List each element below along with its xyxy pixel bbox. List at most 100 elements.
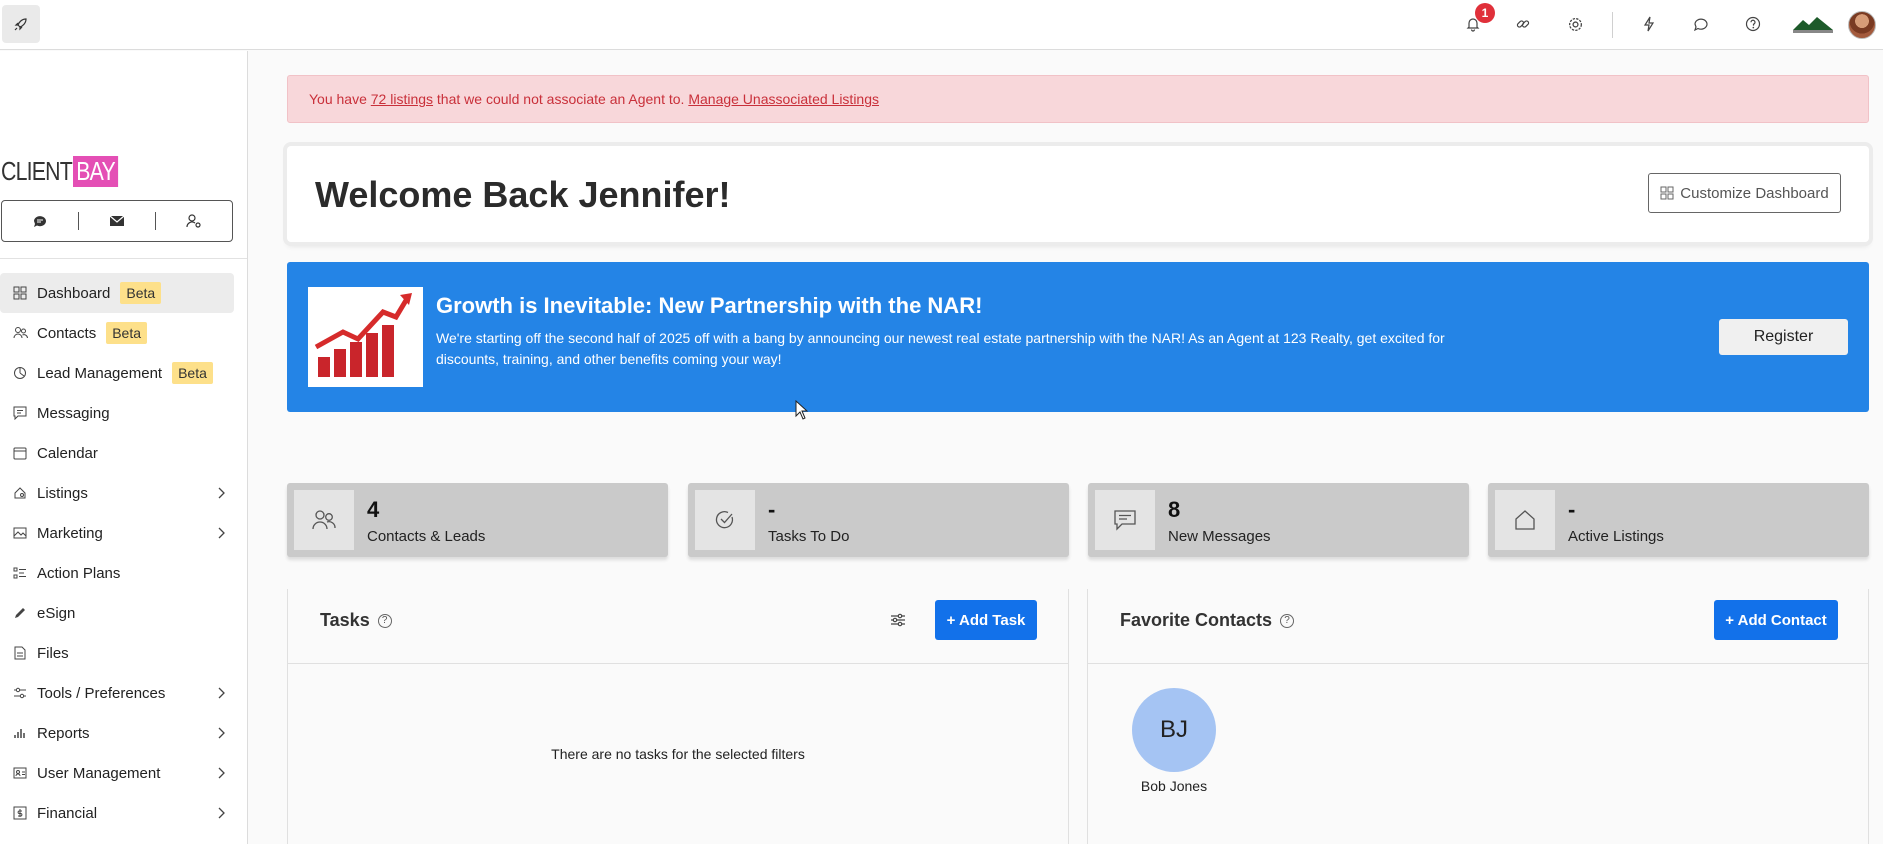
sidebar-item-tools-preferences[interactable]: Tools / Preferences bbox=[0, 673, 234, 713]
user-settings-icon[interactable] bbox=[156, 201, 232, 241]
sidebar-item-calendar[interactable]: Calendar bbox=[0, 433, 234, 473]
mail-icon[interactable] bbox=[79, 201, 155, 241]
file-icon bbox=[12, 645, 28, 661]
logo-client-text: CLIENT bbox=[1, 155, 73, 186]
customize-dashboard-button[interactable]: Customize Dashboard bbox=[1648, 173, 1841, 213]
stat-label: New Messages bbox=[1168, 528, 1271, 545]
welcome-card: Welcome Back Jennifer! Customize Dashboa… bbox=[287, 146, 1869, 242]
home-icon bbox=[1495, 490, 1555, 550]
sidebar-item-user-management[interactable]: User Management bbox=[0, 753, 234, 793]
banner-title: Growth is Inevitable: New Partnership wi… bbox=[436, 293, 983, 318]
pen-icon bbox=[12, 605, 28, 621]
top-bar: 1 bbox=[0, 0, 1883, 50]
stat-value: 8 bbox=[1168, 497, 1181, 522]
lead-icon bbox=[12, 365, 28, 381]
sidebar-item-label: eSign bbox=[37, 604, 76, 622]
mouse-cursor-icon bbox=[795, 399, 809, 425]
sidebar-item-label: Calendar bbox=[37, 444, 98, 462]
favorite-contacts-title: Favorite Contacts bbox=[1120, 610, 1273, 630]
sidebar-item-label: Dashboard bbox=[37, 284, 111, 302]
sidebar-item-label: User Management bbox=[37, 764, 161, 782]
beta-badge: Beta bbox=[172, 362, 213, 384]
favorite-contacts-card: Favorite Contacts ? + Add Contact BJ Bob… bbox=[1087, 589, 1869, 844]
rocket-icon[interactable] bbox=[2, 5, 40, 43]
stat-label: Contacts & Leads bbox=[367, 528, 486, 545]
empty-tasks-message: There are no tasks for the selected filt… bbox=[551, 746, 805, 762]
sidebar-item-reports[interactable]: Reports bbox=[0, 713, 234, 753]
sidebar-item-action-plans[interactable]: Action Plans bbox=[0, 553, 234, 593]
notification-badge[interactable]: 1 bbox=[1475, 3, 1495, 23]
sidebar-item-dashboard[interactable]: Dashboard Beta bbox=[0, 273, 234, 313]
help-icon[interactable]: ? bbox=[377, 613, 392, 628]
stat-label: Active Listings bbox=[1568, 528, 1664, 545]
action-plans-icon bbox=[12, 565, 28, 581]
dashboard-icon bbox=[1660, 186, 1674, 200]
client-bay-logo: CLIENT BAY bbox=[1, 155, 129, 187]
customize-dashboard-label: Customize Dashboard bbox=[1680, 184, 1829, 202]
chevron-right-icon bbox=[218, 527, 225, 539]
alert-text: You have bbox=[309, 91, 367, 107]
user-management-icon bbox=[12, 765, 28, 781]
sidebar-item-label: Files bbox=[37, 644, 69, 662]
divider bbox=[1612, 12, 1613, 38]
sidebar-item-listings[interactable]: Listings bbox=[0, 473, 234, 513]
divider bbox=[0, 258, 247, 259]
user-avatar[interactable] bbox=[1848, 11, 1876, 39]
card-title: Favorite Contacts ? bbox=[1120, 610, 1295, 631]
add-contact-button[interactable]: + Add Contact bbox=[1714, 600, 1838, 640]
stat-card-tasks[interactable]: - Tasks To Do bbox=[688, 483, 1069, 557]
tasks-card: Tasks ? + Add Task There are no tasks fo… bbox=[287, 589, 1069, 844]
stat-card-messages[interactable]: 8 New Messages bbox=[1088, 483, 1469, 557]
sidebar-item-contacts[interactable]: Contacts Beta bbox=[0, 313, 234, 353]
sidebar-item-financial[interactable]: Financial bbox=[0, 793, 234, 833]
sidebar-item-label: Marketing bbox=[37, 524, 103, 542]
beta-badge: Beta bbox=[120, 282, 162, 304]
stat-value: - bbox=[768, 497, 776, 522]
register-button[interactable]: Register bbox=[1719, 319, 1848, 355]
messaging-icon bbox=[12, 405, 28, 421]
avatar[interactable]: BJ bbox=[1132, 688, 1216, 772]
chevron-right-icon bbox=[218, 767, 225, 779]
sidebar-item-files[interactable]: Files bbox=[0, 633, 234, 673]
chevron-right-icon bbox=[218, 727, 225, 739]
link-icon[interactable] bbox=[1512, 13, 1534, 35]
unassociated-listings-alert: You have 72 listings that we could not a… bbox=[287, 75, 1869, 123]
reports-icon bbox=[12, 725, 28, 741]
sidebar-item-lead-management[interactable]: Lead Management Beta bbox=[0, 353, 234, 393]
chevron-right-icon bbox=[218, 687, 225, 699]
message-icon bbox=[1095, 490, 1155, 550]
manage-unassociated-listings-link[interactable]: Manage Unassociated Listings bbox=[688, 91, 879, 107]
calendar-icon bbox=[12, 445, 28, 461]
growth-chart-image bbox=[308, 287, 423, 387]
chevron-right-icon bbox=[218, 807, 225, 819]
tools-icon bbox=[12, 685, 28, 701]
sidebar-item-messaging[interactable]: Messaging bbox=[0, 393, 234, 433]
listings-icon bbox=[12, 485, 28, 501]
sidebar-item-label: Reports bbox=[37, 724, 90, 742]
help-icon[interactable]: ? bbox=[1280, 613, 1295, 628]
contacts-icon bbox=[12, 325, 28, 341]
stat-label: Tasks To Do bbox=[768, 528, 850, 545]
quick-actions bbox=[1, 200, 233, 242]
filter-icon[interactable] bbox=[890, 612, 906, 628]
logo-bay-text: BAY bbox=[73, 155, 119, 187]
chat-bubble-icon[interactable] bbox=[2, 201, 78, 241]
page-title: Welcome Back Jennifer! bbox=[315, 174, 731, 215]
help-icon[interactable] bbox=[1742, 13, 1764, 35]
card-header: Tasks ? + Add Task bbox=[288, 589, 1068, 664]
stat-card-contacts[interactable]: 4 Contacts & Leads bbox=[287, 483, 668, 557]
listings-link[interactable]: 72 listings bbox=[371, 91, 433, 107]
lightning-icon[interactable] bbox=[1638, 13, 1660, 35]
sidebar-item-marketing[interactable]: Marketing bbox=[0, 513, 234, 553]
sidebar-item-esign[interactable]: eSign bbox=[0, 593, 234, 633]
add-task-button[interactable]: + Add Task bbox=[935, 600, 1037, 640]
chat-icon[interactable] bbox=[1690, 13, 1712, 35]
marketing-icon bbox=[12, 525, 28, 541]
sidebar-item-label: Listings bbox=[37, 484, 88, 502]
stat-card-listings[interactable]: - Active Listings bbox=[1488, 483, 1869, 557]
gear-icon[interactable] bbox=[1564, 13, 1586, 35]
tasks-title: Tasks bbox=[320, 610, 370, 630]
favorite-contact-name[interactable]: Bob Jones bbox=[1118, 778, 1230, 794]
alert-text: that we could not associate an Agent to. bbox=[436, 91, 685, 107]
sidebar-item-label: Lead Management bbox=[37, 364, 163, 382]
